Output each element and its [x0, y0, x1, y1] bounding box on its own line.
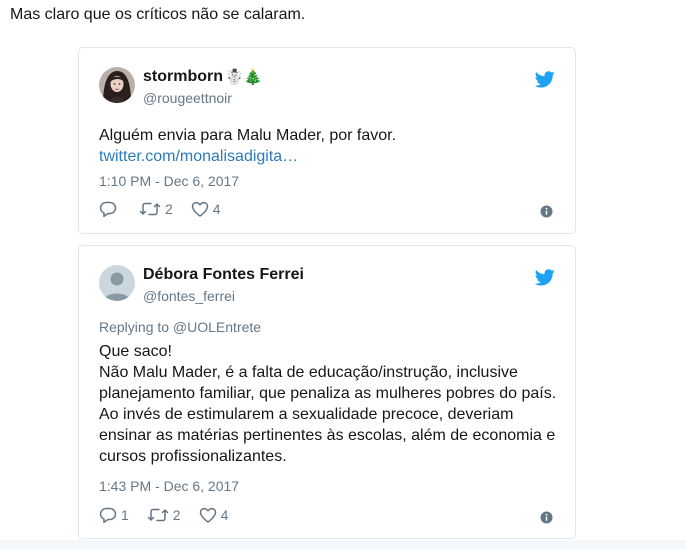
- tweet-text: Alguém envia para Malu Mader, por favor.…: [99, 125, 559, 167]
- author-name[interactable]: Débora Fontes Ferrei: [143, 266, 304, 284]
- tweet-text-line: cursos profissionalizantes.: [99, 448, 287, 465]
- avatar[interactable]: [99, 265, 135, 301]
- tweet-text-line: planejamento familiar, que penaliza as m…: [99, 385, 557, 402]
- intro-text: Mas claro que os críticos não se calaram…: [10, 6, 306, 23]
- twitter-bird-icon[interactable]: [535, 71, 555, 88]
- info-icon[interactable]: [540, 205, 553, 218]
- tweet-actions: 2 4: [99, 199, 555, 219]
- like-count: 4: [212, 201, 221, 217]
- author-handle[interactable]: @fontes_ferrei: [143, 288, 235, 304]
- twitter-bird-icon[interactable]: [535, 269, 555, 286]
- tweet-text-line: ensinar as matérias pertinentes às escol…: [99, 427, 556, 444]
- author-name[interactable]: stormborn: [143, 68, 223, 86]
- reply-count: 1: [121, 507, 129, 523]
- like-button[interactable]: 4: [191, 201, 221, 217]
- replying-to[interactable]: Replying to @UOLEntrete: [99, 319, 261, 335]
- embedded-tweet[interactable]: stormborn ☃️🎄 @rougeettnoir Alguém envia…: [78, 47, 576, 234]
- like-icon: [191, 201, 209, 217]
- tweet-text-line: Alguém envia para Malu Mader, por favor.: [99, 127, 397, 144]
- tweet-link[interactable]: twitter.com/monalisadigita…: [99, 148, 298, 165]
- tweet-actions: 1 2 4: [99, 505, 555, 525]
- tweet-timestamp[interactable]: 1:10 PM - Dec 6, 2017: [99, 173, 239, 189]
- avatar[interactable]: [99, 67, 135, 103]
- embedded-tweet[interactable]: Débora Fontes Ferrei @fontes_ferrei Repl…: [78, 245, 576, 539]
- retweet-count: 2: [165, 201, 173, 217]
- tweet-text-line: Que saco!: [99, 343, 172, 360]
- reply-button[interactable]: 1: [99, 507, 129, 523]
- author-name-row[interactable]: Débora Fontes Ferrei: [143, 266, 304, 284]
- retweet-count: 2: [172, 507, 181, 523]
- tweet-text-line: Ao invés de estimularem a sexualidade pr…: [99, 406, 514, 423]
- author-handle[interactable]: @rougeettnoir: [143, 90, 232, 106]
- tweet-text: Que saco! Não Malu Mader, é a falta de e…: [99, 341, 559, 467]
- reply-icon: [99, 201, 117, 217]
- reply-icon: [99, 507, 117, 523]
- retweet-button[interactable]: 2: [139, 201, 173, 217]
- retweet-icon: [139, 202, 161, 216]
- name-emoji: ☃️🎄: [225, 69, 263, 86]
- retweet-button[interactable]: 2: [147, 507, 181, 523]
- reply-button[interactable]: [99, 201, 121, 217]
- info-icon[interactable]: [540, 511, 553, 524]
- like-icon: [199, 507, 216, 523]
- tweet-text-line: Não Malu Mader, é a falta de educação/in…: [99, 364, 518, 381]
- author-name-row[interactable]: stormborn ☃️🎄: [143, 68, 262, 86]
- like-button[interactable]: 4: [199, 507, 229, 523]
- retweet-icon: [147, 508, 169, 522]
- like-count: 4: [220, 507, 229, 523]
- tweet-timestamp[interactable]: 1:43 PM - Dec 6, 2017: [99, 478, 239, 494]
